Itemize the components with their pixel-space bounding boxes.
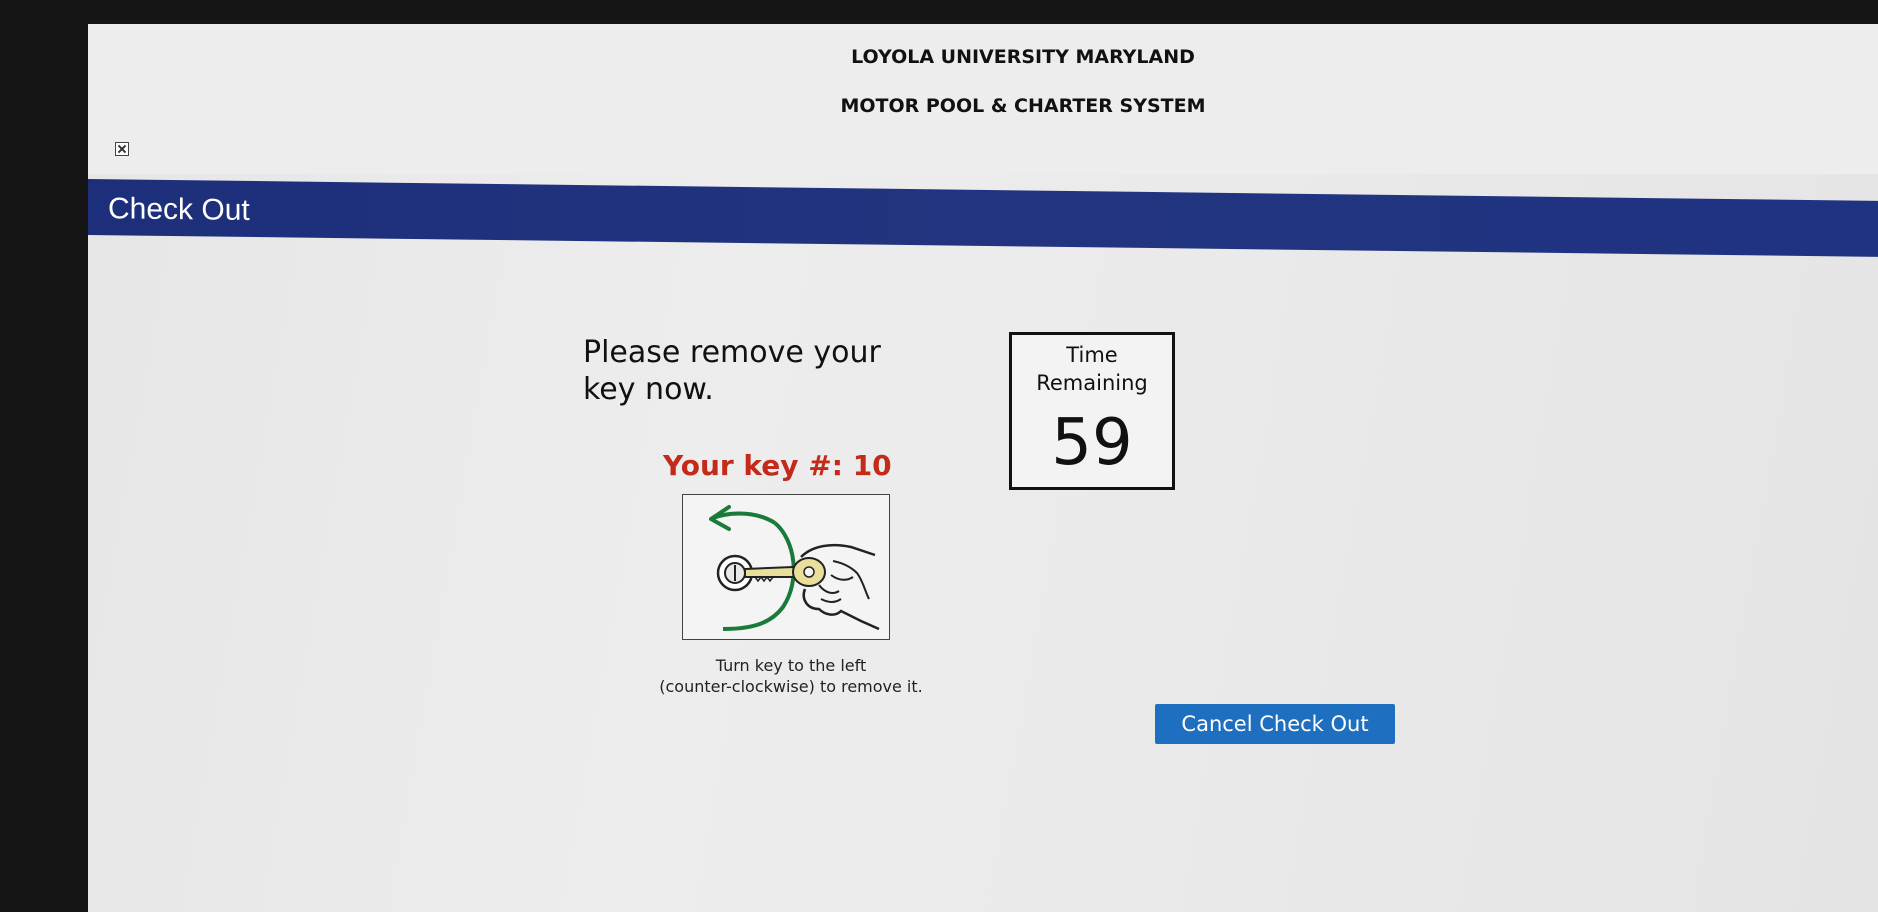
title-bar: Check Out [88, 179, 1878, 257]
cancel-check-out-button[interactable]: Cancel Check Out [1155, 704, 1395, 744]
timer-label: Time Remaining [1012, 341, 1172, 397]
key-number-label: Your key #: 10 [663, 449, 892, 482]
org-name: LOYOLA UNIVERSITY MARYLAND [851, 46, 1195, 68]
caption-line-1: Turn key to the left [715, 656, 867, 675]
timer-label-line-2: Remaining [1036, 371, 1148, 395]
time-remaining-box: Time Remaining 59 [1009, 332, 1175, 490]
key-illustration [682, 494, 890, 640]
key-instruction-caption: Turn key to the left (counter-clockwise)… [648, 655, 934, 697]
timer-label-line-1: Time [1066, 343, 1118, 367]
broken-image-icon [115, 142, 129, 156]
caption-line-2: (counter-clockwise) to remove it. [659, 677, 923, 696]
page-title: Check Out [108, 192, 250, 227]
kiosk-screen: LOYOLA UNIVERSITY MARYLAND MOTOR POOL & … [88, 24, 1878, 912]
instruction-text: Please remove your key now. [583, 335, 881, 407]
turn-key-left-icon [709, 505, 880, 631]
timer-value: 59 [1051, 406, 1133, 480]
system-name: MOTOR POOL & CHARTER SYSTEM [840, 95, 1206, 117]
page-header: LOYOLA UNIVERSITY MARYLAND MOTOR POOL & … [88, 24, 1878, 174]
